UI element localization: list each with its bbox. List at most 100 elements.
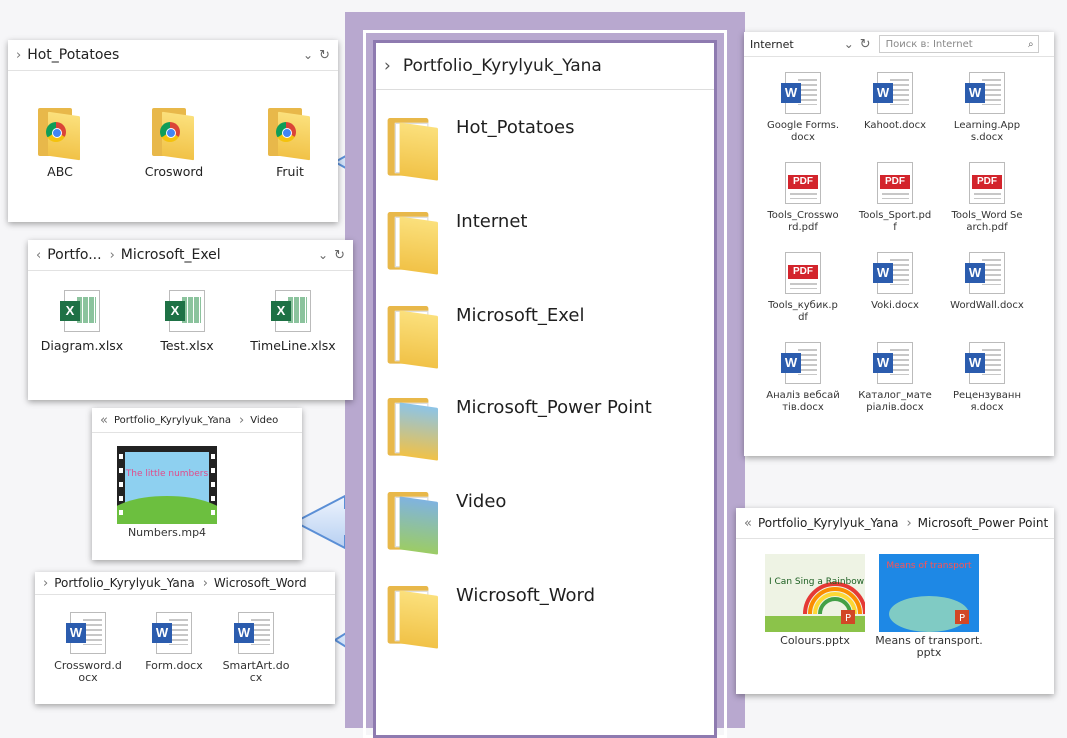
file-label: Аналіз вебсайтів.docx [766, 390, 840, 413]
file-item[interactable]: W Каталог_матеріалів.docx [858, 342, 932, 414]
file-item[interactable]: Fruit [260, 108, 320, 179]
file-item[interactable]: W Google Forms.docx [766, 72, 840, 144]
file-item[interactable]: W Learning.Apps.docx [950, 72, 1024, 144]
pdf-file-icon: PDF [785, 162, 821, 204]
pdf-file-icon: PDF [877, 162, 913, 204]
folder-hot-potatoes[interactable]: Hot_Potatoes [382, 113, 574, 181]
html-file-icon [38, 108, 82, 161]
file-item[interactable]: PDF Tools_Word Search.pdf [950, 162, 1024, 234]
search-icon[interactable]: ⌕ [1028, 39, 1034, 50]
chevron-left-icon: ‹ [36, 247, 42, 263]
address-path: Internet [750, 37, 794, 51]
chevron-down-icon[interactable]: ⌄ [844, 37, 854, 51]
file-label: Tools_Crossword.pdf [767, 210, 839, 233]
address-bar[interactable]: Internet ⌄ ↻ Поиск в: Internet ⌕ [744, 32, 1054, 57]
word-file-icon: W [66, 612, 106, 654]
word-file-icon: W [781, 72, 821, 114]
file-label: Voki.docx [871, 300, 919, 311]
file-label: ABC [47, 164, 73, 179]
file-item[interactable]: Means of transport P Means of transport.… [874, 554, 984, 659]
folder-icon [387, 398, 441, 461]
file-label: Tools_Sport.pdf [858, 210, 932, 233]
file-item[interactable]: Crosword [134, 108, 214, 179]
refresh-icon[interactable]: ↻ [860, 37, 871, 52]
file-item[interactable]: W SmartArt.docx [221, 612, 291, 684]
file-item[interactable]: The little numbers Numbers.mp4 [112, 446, 222, 539]
address-path: Video [250, 414, 279, 426]
powerpoint-window: « Portfolio_Kyrylyuk_Yana › Microsoft_Po… [736, 508, 1054, 694]
word-file-icon: W [965, 252, 1005, 294]
chevron-right-icon: › [384, 56, 391, 76]
folder-wicrosoft-word[interactable]: Wicrosoft_Word [382, 581, 596, 649]
file-item[interactable]: PDF Tools_Sport.pdf [858, 162, 932, 234]
file-item[interactable]: X Diagram.xlsx [38, 290, 126, 353]
chevron-down-icon[interactable]: ⌄ [318, 248, 328, 262]
thumbnail-title: I Can Sing a Rainbow [769, 577, 864, 587]
portfolio-folder-panel: › Portfolio_Kyrylyuk_Yana Hot_Potatoes I… [345, 12, 745, 738]
chevron-right-icon: › [239, 412, 245, 428]
word-file-icon: W [873, 252, 913, 294]
excel-file-icon: X [60, 290, 100, 332]
folder-label: Video [456, 491, 507, 512]
word-file-icon: W [873, 72, 913, 114]
address-bar[interactable]: ‹ Portfo... › Microsoft_Exel ⌄ ↻ [28, 240, 353, 271]
folder-icon [387, 586, 441, 649]
address-prefix: Portfo... [47, 247, 102, 263]
search-placeholder: Поиск в: Internet [885, 38, 973, 50]
address-bar[interactable]: › Portfolio_Kyrylyuk_Yana [376, 43, 714, 90]
excel-file-icon: X [165, 290, 205, 332]
file-item[interactable]: W Kahoot.docx [858, 72, 932, 132]
thumbnail-title: The little numbers [125, 469, 209, 479]
search-input[interactable]: Поиск в: Internet ⌕ [878, 35, 1039, 53]
file-item[interactable]: W Аналіз вебсайтів.docx [766, 342, 840, 414]
file-item[interactable]: X TimeLine.xlsx [248, 290, 338, 353]
video-thumbnail: The little numbers [117, 446, 217, 524]
address-path: Portfolio_Kyrylyuk_Yana [402, 56, 602, 76]
file-item[interactable]: W WordWall.docx [950, 252, 1024, 312]
video-window: « Portfolio_Kyrylyuk_Yana › Video The li… [92, 408, 302, 560]
address-root: Portfolio_Kyrylyuk_Yana [757, 516, 899, 530]
word-file-icon: W [781, 342, 821, 384]
pdf-file-icon: PDF [969, 162, 1005, 204]
address-path: Microsoft_Power Point [917, 516, 1049, 530]
file-label: Каталог_матеріалів.docx [858, 390, 932, 413]
address-bar[interactable]: › Portfolio_Kyrylyuk_Yana › Wicrosoft_Wo… [35, 572, 335, 595]
address-bar[interactable]: › Hot_Potatoes ⌄ ↻ [8, 40, 338, 71]
file-item[interactable]: I Can Sing a Rainbow P Colours.pptx [760, 554, 870, 647]
file-item[interactable]: X Test.xlsx [146, 290, 228, 353]
folder-icon [387, 306, 441, 369]
file-label: Fruit [276, 164, 304, 179]
file-item[interactable]: ABC [30, 108, 90, 179]
file-label: Numbers.mp4 [127, 526, 207, 539]
presentation-thumbnail: I Can Sing a Rainbow P [765, 554, 865, 632]
file-item[interactable]: W Crossword.docx [53, 612, 123, 684]
thumbnail-title: Means of transport [886, 561, 972, 571]
folder-internet[interactable]: Internet [382, 207, 527, 275]
file-label: SmartArt.docx [222, 659, 290, 684]
file-label: Means of transport.pptx [875, 634, 983, 659]
chevron-down-icon[interactable]: ⌄ [303, 48, 313, 62]
file-item[interactable]: PDF Tools_кубик.pdf [766, 252, 840, 324]
file-label: Form.docx [145, 659, 203, 672]
refresh-icon[interactable]: ↻ [334, 248, 345, 263]
excel-file-icon: X [271, 290, 311, 332]
file-item[interactable]: W Form.docx [139, 612, 209, 672]
word-file-icon: W [965, 342, 1005, 384]
address-bar[interactable]: « Portfolio_Kyrylyuk_Yana › Video [92, 408, 302, 433]
refresh-icon[interactable]: ↻ [319, 48, 330, 63]
file-item[interactable]: W Рецензування.docx [950, 342, 1024, 414]
folder-microsoft-exel[interactable]: Microsoft_Exel [382, 301, 584, 369]
folder-microsoft-power-point[interactable]: Microsoft_Power Point [382, 393, 652, 461]
chevron-right-icon: › [43, 575, 49, 591]
file-item[interactable]: W Voki.docx [858, 252, 932, 312]
file-item[interactable]: PDF Tools_Crossword.pdf [766, 162, 840, 234]
folder-label: Wicrosoft_Word [456, 585, 596, 606]
folder-video[interactable]: Video [382, 487, 507, 555]
excel-window: ‹ Portfo... › Microsoft_Exel ⌄ ↻ X Diagr… [28, 240, 353, 400]
address-path: Wicrosoft_Word [213, 576, 307, 590]
file-label: TimeLine.xlsx [250, 338, 336, 353]
address-bar[interactable]: « Portfolio_Kyrylyuk_Yana › Microsoft_Po… [736, 508, 1054, 539]
presentation-thumbnail: Means of transport P [879, 554, 979, 632]
address-root: Portfolio_Kyrylyuk_Yana [54, 576, 195, 590]
chevron-left-icon: « [744, 515, 752, 531]
